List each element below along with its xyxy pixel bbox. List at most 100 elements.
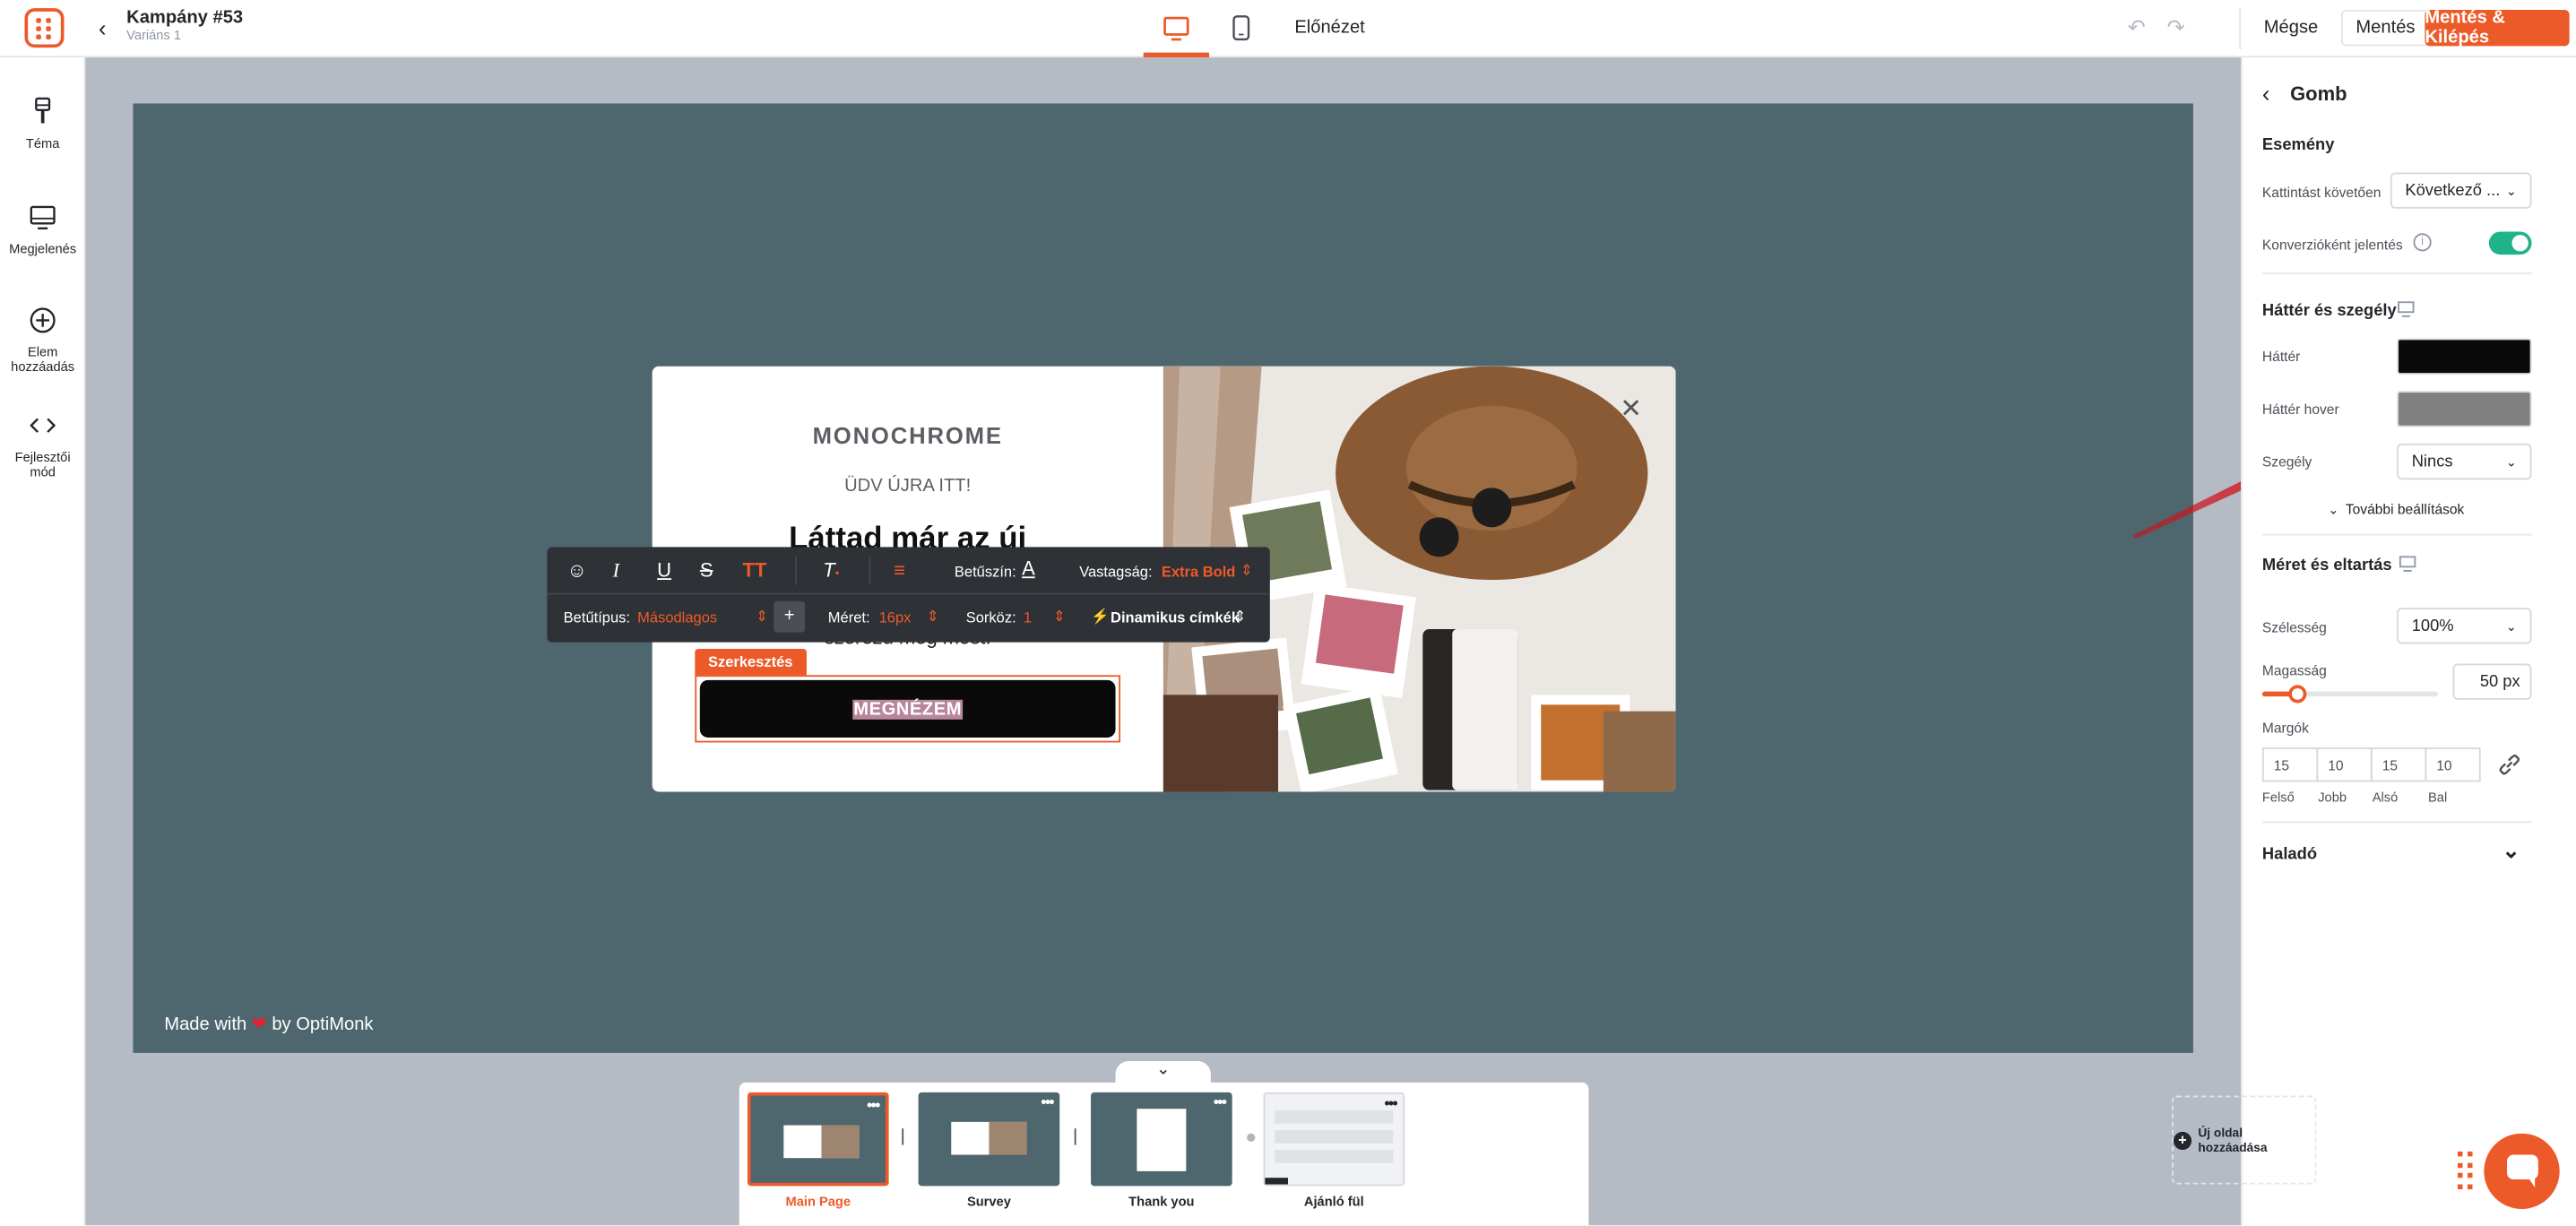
back-arrow-icon[interactable]: ‹ <box>99 14 107 40</box>
height-input[interactable]: 50 px <box>2452 663 2532 700</box>
page-label-main[interactable]: Main Page <box>748 1195 889 1209</box>
save-button[interactable]: Mentés <box>2340 9 2431 47</box>
close-icon[interactable]: ✕ <box>1620 393 1642 426</box>
edit-tag[interactable]: Szerkesztés <box>695 648 807 676</box>
more-options-icon[interactable]: ••• <box>867 1098 880 1114</box>
device-icon <box>2399 556 2416 572</box>
drag-handle-icon[interactable] <box>2458 1151 2474 1191</box>
page-separator <box>1074 1128 1076 1145</box>
monitor-icon <box>30 205 56 229</box>
made-with-text: Made with <box>164 1014 247 1035</box>
thumb-preview <box>1137 1109 1187 1171</box>
chevron-down-icon[interactable]: ⌄ <box>2503 838 2520 864</box>
desktop-view-button[interactable] <box>1143 0 1210 58</box>
margin-bottom-input[interactable]: 15 <box>2370 747 2427 782</box>
sidebar-item-appearance[interactable]: Megjelenés <box>0 202 85 256</box>
border-select[interactable]: Nincs ⌄ <box>2397 443 2532 480</box>
line-height-label: Sorköz: <box>965 609 1016 626</box>
page-label-survey[interactable]: Survey <box>919 1195 1060 1209</box>
preview-link[interactable]: Előnézet <box>1294 18 1364 38</box>
width-select[interactable]: 100% ⌄ <box>2397 608 2532 644</box>
conversion-label: Konverzióként jelentés <box>2261 236 2403 254</box>
underline-icon[interactable]: U <box>657 558 671 582</box>
conversion-toggle[interactable] <box>2488 231 2532 255</box>
clear-format-icon[interactable]: T• <box>823 558 839 582</box>
advanced-section[interactable]: Haladó <box>2262 846 2317 864</box>
page-thumb-survey[interactable]: ••• <box>918 1092 1060 1187</box>
margin-right-input[interactable]: 10 <box>2316 747 2373 782</box>
thumb-preview <box>1265 1178 1288 1185</box>
align-center-icon[interactable]: ≡ <box>894 558 905 582</box>
font-color-icon[interactable]: A <box>1022 557 1035 580</box>
line-height-select[interactable]: 1 <box>1024 609 1032 626</box>
popup-cta-button[interactable]: MEGNÉZEM <box>699 679 1116 738</box>
dynamic-tags-button[interactable]: Dinamikus címkék <box>1111 609 1240 626</box>
add-page-button[interactable]: + Új oldal hozzáadása <box>2172 1095 2317 1185</box>
thumb-preview <box>1275 1130 1394 1144</box>
after-click-value: Következő ... <box>2405 181 2501 200</box>
slider-handle[interactable] <box>2288 685 2308 704</box>
chevron-down-icon: ⌄ <box>2505 453 2518 470</box>
thumb-preview <box>783 1125 860 1159</box>
info-icon[interactable]: i <box>2413 233 2432 252</box>
sort-icon: ⇕ <box>1052 608 1066 625</box>
sidebar-item-developer-mode[interactable]: Fejlesztői mód <box>0 410 85 479</box>
cancel-button[interactable]: Mégse <box>2251 10 2331 46</box>
popup-welcome-text[interactable]: ÜDV ÚJRA ITT! <box>653 477 1163 496</box>
after-click-select[interactable]: Következő ... ⌄ <box>2390 172 2532 209</box>
back-chevron-icon[interactable]: ‹ <box>2262 81 2270 107</box>
popup-brand[interactable]: MONOCHROME <box>653 422 1163 448</box>
height-slider[interactable] <box>2261 685 2439 704</box>
sidebar-item-theme[interactable]: Téma <box>0 97 85 151</box>
after-click-label: Kattintást követően <box>2261 184 2382 201</box>
text-case-icon[interactable]: TT <box>742 558 766 582</box>
margin-top-input[interactable]: 15 <box>2261 747 2319 782</box>
undo-icon[interactable]: ↶ <box>2128 14 2146 40</box>
chevron-down-icon: ⌄ <box>2505 618 2518 634</box>
background-hover-swatch[interactable] <box>2397 391 2532 427</box>
chat-support-button[interactable] <box>2484 1133 2560 1210</box>
more-options-icon[interactable]: ••• <box>1384 1096 1397 1112</box>
emoji-icon[interactable]: ☺ <box>566 558 586 582</box>
lightning-icon: ⚡ <box>1091 608 1110 625</box>
event-heading: Esemény <box>2261 136 2335 155</box>
popup-headline[interactable]: Láttad már az új <box>653 522 1163 548</box>
background-color-swatch[interactable] <box>2397 338 2532 375</box>
redo-icon[interactable]: ↷ <box>2167 14 2185 40</box>
sort-icon: ⇕ <box>1233 608 1247 625</box>
more-options-icon[interactable]: ••• <box>1041 1095 1054 1111</box>
mobile-view-button[interactable] <box>1219 0 1265 57</box>
font-select[interactable]: Másodlagos <box>637 609 717 626</box>
more-settings-link[interactable]: ⌄ További beállítások <box>2328 501 2464 517</box>
add-font-button[interactable]: + <box>774 600 806 633</box>
italic-icon[interactable]: I <box>613 558 619 583</box>
weight-select[interactable]: Extra Bold <box>1162 564 1236 580</box>
width-value: 100% <box>2411 617 2454 635</box>
sidebar-item-label: Megjelenés <box>9 241 77 256</box>
margin-right-label: Jobb <box>2318 790 2347 806</box>
page-thumb-teaser[interactable]: ••• <box>1263 1092 1405 1187</box>
cta-label[interactable]: MEGNÉZEM <box>851 698 964 719</box>
mobile-icon <box>1232 15 1250 41</box>
page-separator-dot <box>1247 1133 1256 1142</box>
optimonk-logo[interactable] <box>24 8 65 48</box>
top-bar: ‹ Kampány #53 Variáns 1 Előnézet ↶ ↷ Még… <box>0 0 2576 58</box>
margin-left-label: Bal <box>2428 790 2448 806</box>
page-label-thank-you[interactable]: Thank you <box>1091 1195 1232 1209</box>
size-select[interactable]: 16px <box>879 609 912 626</box>
save-and-exit-button[interactable]: Mentés & Kilépés <box>2425 8 2570 47</box>
more-options-icon[interactable]: ••• <box>1214 1095 1227 1111</box>
weight-label: Vastagság: <box>1079 563 1153 581</box>
page-label-teaser[interactable]: Ajánló fül <box>1264 1195 1405 1209</box>
page-thumb-thank-you[interactable]: ••• <box>1091 1092 1232 1187</box>
made-with-badge: Made with ❤ by OptiMonk <box>164 1014 373 1035</box>
link-icon[interactable] <box>2497 752 2521 776</box>
strikethrough-icon[interactable]: S <box>700 558 713 582</box>
selected-element-frame[interactable]: MEGNÉZEM <box>695 675 1121 743</box>
divider <box>795 557 797 585</box>
page-thumb-main[interactable]: ••• <box>747 1092 889 1187</box>
size-spacing-heading: Méret és eltartás <box>2261 557 2392 575</box>
sort-icon: ⇕ <box>926 608 939 625</box>
margin-left-input[interactable]: 10 <box>2425 747 2481 782</box>
sidebar-item-add-element[interactable]: Elem hozzáadás <box>0 306 85 375</box>
